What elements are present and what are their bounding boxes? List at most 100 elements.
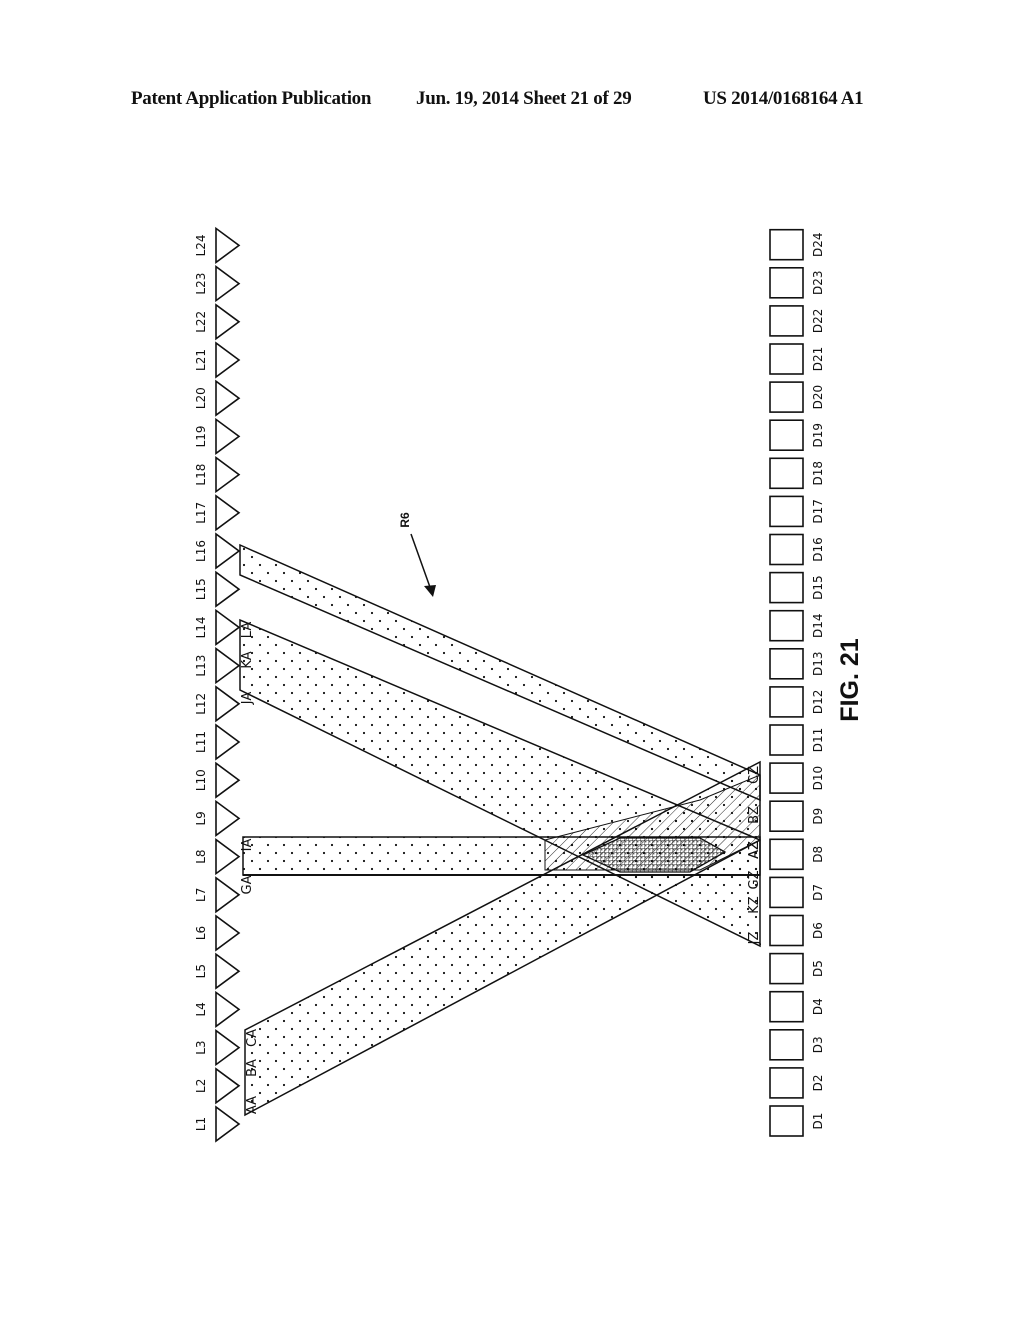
emitter-label: L7 xyxy=(194,888,208,902)
detector-square-icon xyxy=(769,914,804,947)
figure-21-diagram: L1 L2 L3 L4 L5 L6 L7 L8 L9 L10 L11 L12 L13 L14 L15 L16 L… xyxy=(194,226,864,1143)
detector-label: D15 xyxy=(811,575,825,600)
corner-label-gz: GZ xyxy=(747,870,762,889)
emitter-triangle-icon xyxy=(215,303,241,341)
emitter-label: L9 xyxy=(194,811,208,825)
emitter-l23: L23 xyxy=(194,265,241,303)
emitter-l7: L7 xyxy=(194,876,241,914)
emitter-l22: L22 xyxy=(194,303,241,341)
detector-d5: D5 xyxy=(769,952,825,985)
corner-label-jz: JZ xyxy=(747,932,762,946)
emitter-l11: L11 xyxy=(194,723,241,761)
emitter-label: L4 xyxy=(194,1002,208,1016)
detector-square-icon xyxy=(769,228,804,261)
emitter-l15: L15 xyxy=(194,570,241,608)
emitter-l16: L16 xyxy=(194,532,241,570)
emitter-l14: L14 xyxy=(194,608,241,646)
detector-d18: D18 xyxy=(769,457,825,490)
emitter-column: L1 L2 L3 L4 L5 L6 L7 L8 L9 L10 L11 L12 L13 L14 L15 L16 L… xyxy=(194,226,241,1143)
emitter-triangle-icon xyxy=(215,990,241,1028)
emitter-l19: L19 xyxy=(194,417,241,455)
detector-d20: D20 xyxy=(769,381,825,413)
detector-label: D24 xyxy=(811,232,825,257)
detector-label: D14 xyxy=(811,613,825,638)
emitter-triangle-icon xyxy=(215,379,241,417)
detector-label: D18 xyxy=(811,461,825,486)
corner-label-bz: BZ xyxy=(747,806,762,824)
emitter-label: L21 xyxy=(194,349,208,371)
detector-square-icon xyxy=(769,647,804,680)
detector-label: D21 xyxy=(811,347,825,372)
detector-square-icon xyxy=(769,1067,804,1099)
emitter-label: L5 xyxy=(194,964,208,978)
emitter-triangle-icon xyxy=(215,456,241,494)
detector-square-icon xyxy=(769,838,804,871)
emitter-triangle-icon xyxy=(215,226,241,264)
figure-label: FIG. 21 xyxy=(836,638,864,721)
detector-d22: D22 xyxy=(769,305,825,337)
corner-label-cz: CZ xyxy=(747,766,762,784)
emitter-triangle-icon xyxy=(215,1105,241,1143)
detector-d12: D12 xyxy=(769,686,825,718)
emitter-label: L1 xyxy=(194,1117,208,1131)
detector-square-icon xyxy=(769,762,804,794)
callout-arrow-shaft xyxy=(410,533,432,591)
emitter-l17: L17 xyxy=(194,494,241,532)
detector-d2: D2 xyxy=(769,1067,825,1099)
detector-d17: D17 xyxy=(769,495,825,528)
detector-square-icon xyxy=(769,571,804,604)
detector-label: D10 xyxy=(811,766,825,791)
emitter-triangle-icon xyxy=(215,876,241,914)
emitter-l20: L20 xyxy=(194,379,241,417)
emitter-triangle-icon xyxy=(215,1067,241,1105)
detector-square-icon xyxy=(769,876,804,909)
emitter-label: L23 xyxy=(194,273,208,295)
emitter-l8: L8 xyxy=(194,838,241,876)
detector-column: D1 D2 D3 D4 D5 D6 D7 D8 D9 D10 D11 D12 D13 D14 D15 D16 D… xyxy=(769,228,825,1137)
corner-label-ia: IA xyxy=(240,839,255,852)
emitter-triangle-icon xyxy=(215,685,241,723)
emitter-l24: L24 xyxy=(194,226,241,264)
detector-square-icon xyxy=(769,495,804,528)
detector-label: D22 xyxy=(811,309,825,334)
emitter-triangle-icon xyxy=(215,494,241,532)
emitter-label: L14 xyxy=(194,616,208,638)
detector-d19: D19 xyxy=(769,419,825,452)
emitter-label: L16 xyxy=(194,540,208,562)
detector-d14: D14 xyxy=(769,609,825,642)
emitter-l9: L9 xyxy=(194,799,241,837)
corner-label-ka: KA xyxy=(240,651,255,668)
emitter-triangle-icon xyxy=(215,417,241,455)
detector-label: D4 xyxy=(811,998,825,1015)
detector-d9: D9 xyxy=(769,800,825,833)
detector-square-icon xyxy=(769,609,804,642)
emitter-triangle-icon xyxy=(215,570,241,608)
emitter-label: L18 xyxy=(194,464,208,486)
emitter-label: L20 xyxy=(194,387,208,409)
emitter-triangle-icon xyxy=(215,532,241,570)
detector-label: D11 xyxy=(811,728,825,753)
emitter-triangle-icon xyxy=(215,952,241,990)
detector-d1: D1 xyxy=(769,1105,825,1137)
detector-label: D19 xyxy=(811,423,825,448)
emitter-triangle-icon xyxy=(215,608,241,646)
callout-r6: R6 xyxy=(398,512,436,597)
detector-d11: D11 xyxy=(769,724,825,756)
emitter-label: L11 xyxy=(194,731,208,753)
detector-label: D16 xyxy=(811,537,825,562)
detector-d3: D3 xyxy=(769,1029,825,1061)
corner-label-kz: KZ xyxy=(747,896,762,914)
detector-label: D20 xyxy=(811,385,825,410)
detector-label: D9 xyxy=(811,808,825,825)
emitter-triangle-icon xyxy=(215,723,241,761)
emitter-label: L24 xyxy=(194,234,208,256)
detector-square-icon xyxy=(769,343,804,375)
detector-square-icon xyxy=(769,1029,804,1061)
detector-label: D23 xyxy=(811,271,825,296)
emitter-label: L3 xyxy=(194,1040,208,1054)
detector-d24: D24 xyxy=(769,228,825,261)
detector-d13: D13 xyxy=(769,647,825,680)
emitter-l18: L18 xyxy=(194,456,241,494)
detector-square-icon xyxy=(769,686,804,718)
emitter-label: L12 xyxy=(194,693,208,715)
